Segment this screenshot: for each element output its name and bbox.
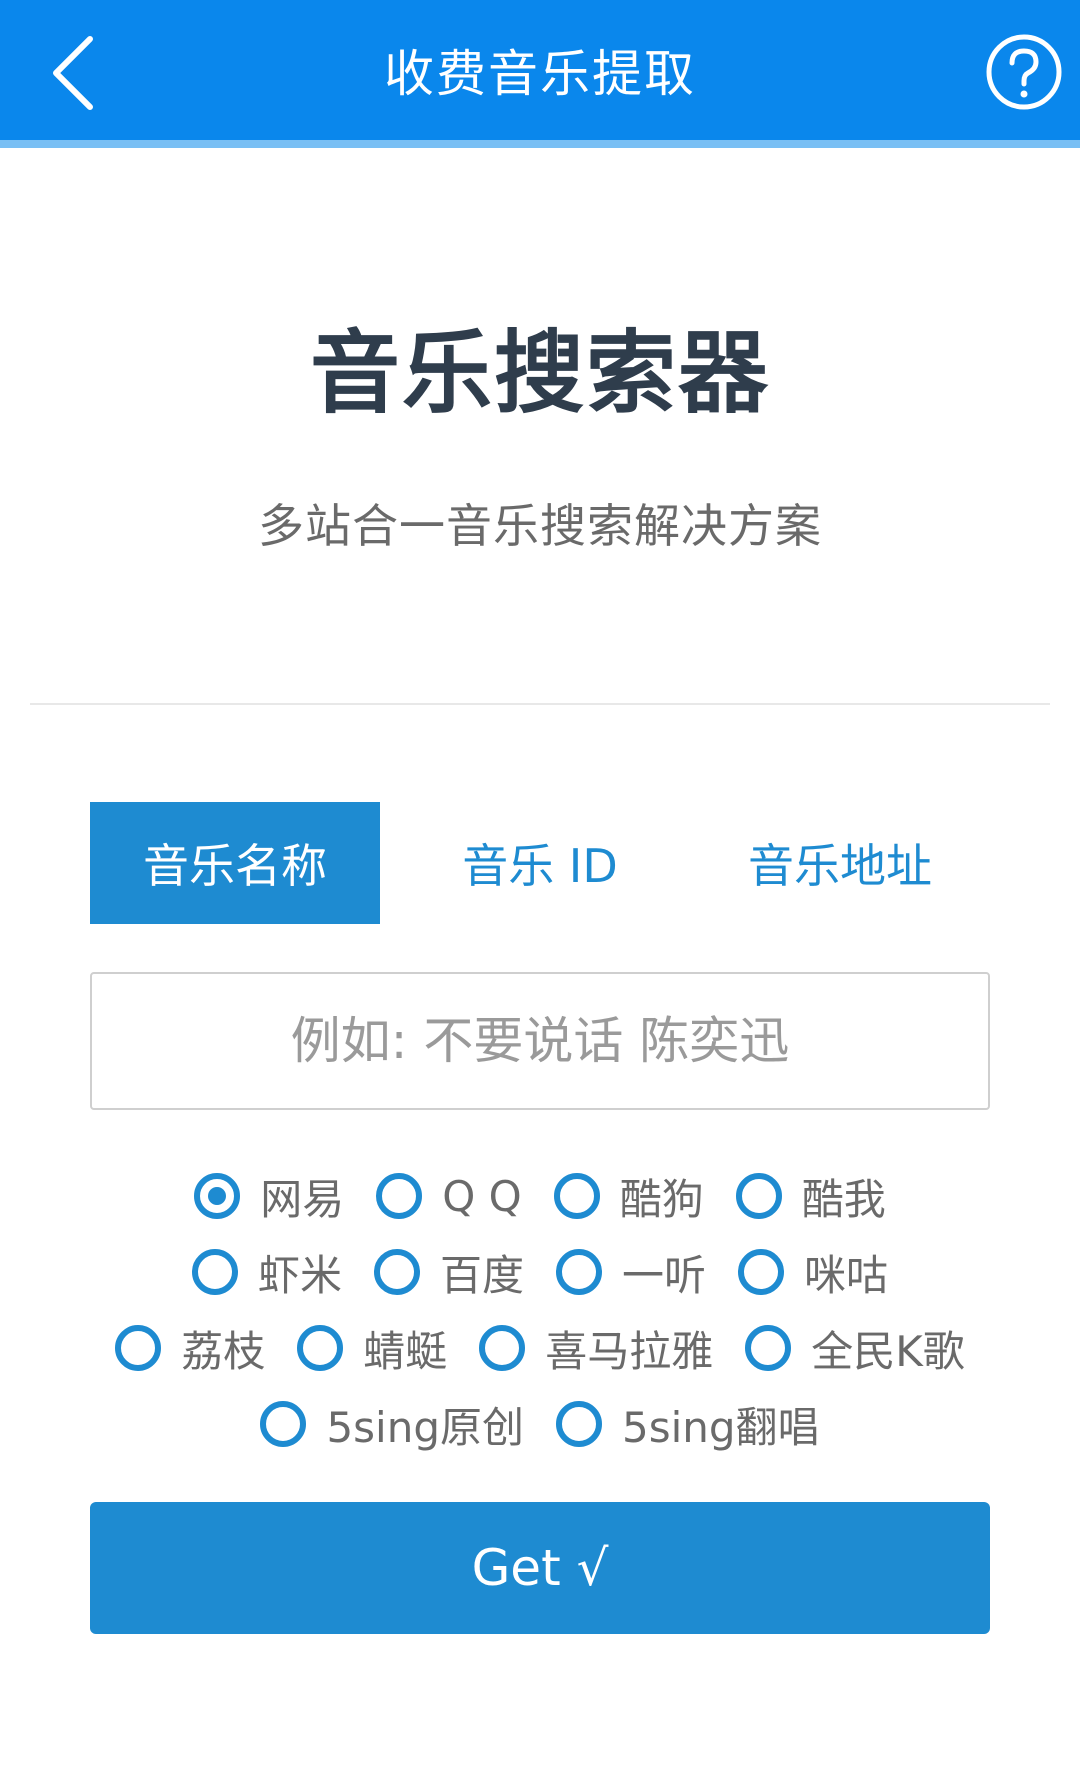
radio-unselected-icon — [115, 1325, 162, 1371]
radio-label: 酷狗 — [619, 1174, 704, 1224]
radio-unselected-icon — [297, 1325, 344, 1371]
radio-ximalaya[interactable]: 喜马拉雅 — [479, 1318, 713, 1379]
radio-migu[interactable]: 咪咕 — [738, 1242, 888, 1303]
radio-selected-icon — [194, 1173, 241, 1219]
radio-unselected-icon — [738, 1249, 785, 1295]
tab-music-id[interactable]: 音乐 ID — [390, 802, 690, 924]
radio-unselected-icon — [553, 1173, 600, 1219]
page-title: 收费音乐提取 — [384, 45, 696, 103]
radio-lizhi[interactable]: 荔枝 — [115, 1318, 265, 1379]
top-bar: 收费音乐提取 — [0, 0, 1080, 148]
radio-qq[interactable]: Q Q — [376, 1171, 522, 1221]
radio-unselected-icon — [556, 1401, 602, 1447]
radio-label: 咪咕 — [804, 1250, 889, 1300]
tab-music-name[interactable]: 音乐名称 — [90, 802, 380, 924]
radio-xiami[interactable]: 虾米 — [191, 1242, 342, 1303]
radio-5sing-cover[interactable]: 5sing翻唱 — [556, 1394, 820, 1455]
radio-unselected-icon — [260, 1401, 307, 1447]
radio-unselected-icon — [479, 1325, 526, 1371]
radio-netease[interactable]: 网易 — [194, 1166, 344, 1227]
radio-kugou[interactable]: 酷狗 — [553, 1166, 704, 1227]
radio-row: 虾米 百度 一听 咪咕 — [60, 1234, 1020, 1310]
radio-unselected-icon — [735, 1173, 782, 1219]
radio-label: 5sing原创 — [326, 1402, 524, 1452]
source-radio-group: 网易 Q Q 酷狗 酷我 虾米 百度 一听 咪咕 荔枝 蜻蜓 喜马拉雅 全民K歌… — [60, 1158, 1020, 1462]
radio-quanmin-kge[interactable]: 全民K歌 — [745, 1318, 965, 1379]
search-input[interactable] — [90, 972, 990, 1110]
radio-label: 酷我 — [801, 1174, 886, 1224]
get-button[interactable]: Get √ — [90, 1502, 990, 1634]
radio-unselected-icon — [376, 1173, 423, 1219]
radio-label: 百度 — [439, 1250, 524, 1300]
question-circle-icon — [986, 34, 1062, 110]
radio-label: 蜻蜓 — [363, 1326, 448, 1376]
radio-label: 虾米 — [257, 1250, 342, 1300]
radio-5sing-original[interactable]: 5sing原创 — [260, 1394, 524, 1455]
chevron-left-icon — [53, 36, 93, 110]
radio-row: 5sing原创 5sing翻唱 — [60, 1386, 1020, 1462]
radio-label: Q Q — [442, 1171, 522, 1221]
hero-subtitle: 多站合一音乐搜索解决方案 — [258, 499, 822, 553]
app-root: 收费音乐提取 音乐搜索器 多站合一音乐搜索解决方案 音乐名称 音乐 ID 音乐地… — [0, 0, 1080, 1774]
divider — [30, 703, 1050, 705]
radio-label: 5sing翻唱 — [622, 1402, 820, 1452]
radio-unselected-icon — [373, 1249, 420, 1295]
radio-label: 网易 — [260, 1174, 345, 1224]
hero-title: 音乐搜索器 — [310, 321, 770, 426]
radio-baidu[interactable]: 百度 — [373, 1242, 524, 1303]
radio-unselected-icon — [191, 1249, 238, 1295]
radio-qingting[interactable]: 蜻蜓 — [297, 1318, 447, 1379]
tab-music-url[interactable]: 音乐地址 — [690, 802, 990, 924]
radio-unselected-icon — [556, 1249, 602, 1295]
radio-dot — [208, 1187, 227, 1205]
radio-unselected-icon — [745, 1325, 792, 1371]
radio-label: 全民K歌 — [811, 1326, 965, 1376]
radio-row: 网易 Q Q 酷狗 酷我 — [60, 1158, 1020, 1234]
radio-row: 荔枝 蜻蜓 喜马拉雅 全民K歌 — [60, 1310, 1020, 1386]
radio-label: 喜马拉雅 — [545, 1326, 714, 1376]
search-mode-tabs: 音乐名称 音乐 ID 音乐地址 — [90, 802, 990, 924]
radio-kuwo[interactable]: 酷我 — [735, 1166, 886, 1227]
back-button[interactable] — [28, 28, 118, 118]
radio-label: 荔枝 — [181, 1326, 266, 1376]
help-button[interactable] — [984, 32, 1064, 112]
radio-label: 一听 — [622, 1250, 707, 1300]
radio-yiting[interactable]: 一听 — [556, 1242, 706, 1303]
